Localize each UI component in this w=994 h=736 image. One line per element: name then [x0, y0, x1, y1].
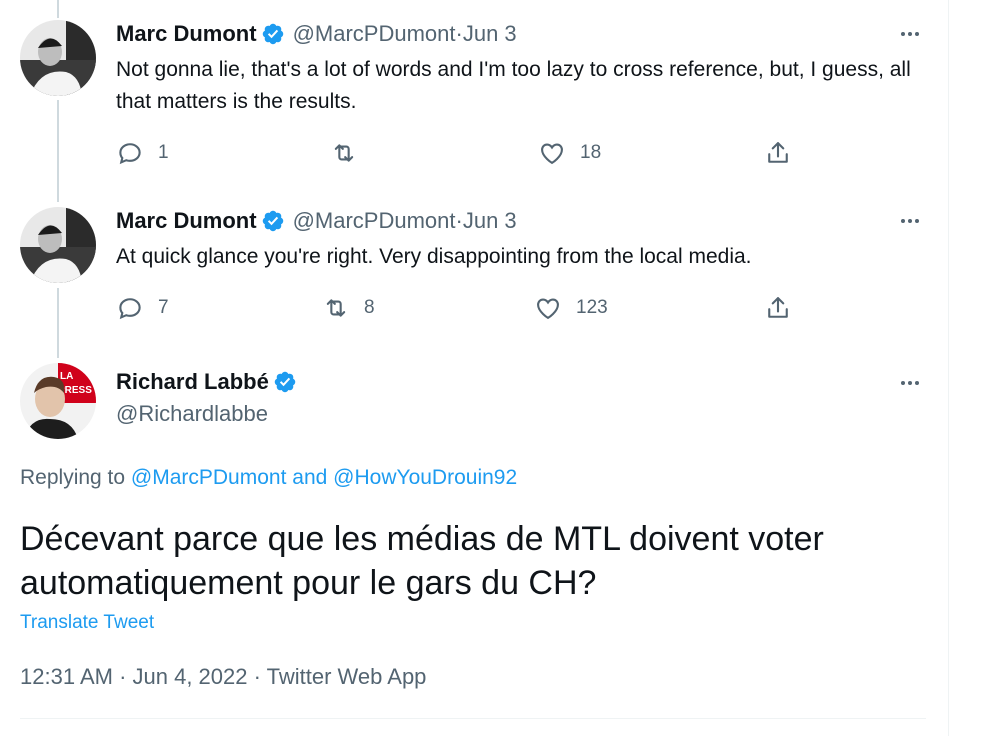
- more-icon[interactable]: [894, 209, 926, 233]
- replying-user-link[interactable]: @HowYouDrouin92: [333, 466, 517, 489]
- user-handle[interactable]: @Richardlabbe: [116, 401, 268, 427]
- share-button[interactable]: [764, 137, 792, 169]
- tweet-text: Not gonna lie, that's a lot of words and…: [116, 58, 911, 113]
- like-icon: [541, 143, 563, 165]
- user-handle[interactable]: @MarcPDumont: [293, 208, 456, 234]
- like-count: 18: [580, 142, 602, 163]
- verified-badge-icon: [274, 371, 296, 393]
- tweet-header: Marc Dumont @MarcPDumont · Jun 3: [116, 20, 517, 48]
- translate-tweet-link[interactable]: Translate Tweet: [20, 612, 154, 634]
- replying-to: Replying to @MarcPDumont and @HowYouDrou…: [20, 466, 517, 490]
- user-handle[interactable]: @MarcPDumont: [293, 21, 456, 47]
- replying-prefix: Replying to: [20, 466, 131, 489]
- verified-badge-icon: [262, 210, 283, 232]
- share-icon: [768, 142, 788, 163]
- replying-and: and: [286, 466, 334, 489]
- user-name[interactable]: Marc Dumont: [116, 21, 257, 47]
- user-name[interactable]: Richard Labbé: [116, 369, 269, 395]
- retweet-count: 8: [364, 297, 375, 318]
- avatar[interactable]: [20, 207, 96, 283]
- replying-user-link[interactable]: @MarcPDumont: [131, 466, 287, 489]
- share-button[interactable]: [764, 292, 792, 324]
- reply-icon: [119, 143, 141, 165]
- svg-text:LA: LA: [60, 371, 73, 382]
- tweet-text: Décevant parce que les médias de MTL doi…: [20, 520, 824, 602]
- thread-line: [57, 288, 59, 358]
- focused-author: Richard Labbé: [116, 369, 297, 395]
- more-icon[interactable]: [894, 22, 926, 46]
- like-button[interactable]: 18: [538, 137, 601, 169]
- tweet-date[interactable]: Jun 3: [463, 21, 517, 47]
- user-name[interactable]: Marc Dumont: [116, 208, 257, 234]
- avatar[interactable]: LA PRESS: [20, 363, 96, 439]
- like-icon: [537, 298, 559, 320]
- like-count: 123: [576, 297, 608, 318]
- tweet-text: At quick glance you're right. Very disap…: [116, 245, 752, 268]
- reply-count: 1: [158, 142, 169, 163]
- tweet-date[interactable]: Jun 3: [463, 208, 517, 234]
- retweet-button[interactable]: [330, 137, 358, 169]
- retweet-icon: [334, 144, 354, 162]
- more-icon[interactable]: [894, 371, 926, 395]
- verified-badge-icon: [262, 23, 283, 45]
- like-button[interactable]: 123: [534, 292, 608, 324]
- separator: ·: [455, 208, 463, 233]
- reply-count: 7: [158, 297, 169, 318]
- reply-button[interactable]: 7: [116, 292, 169, 324]
- retweet-icon: [326, 299, 346, 317]
- tweet-header: Marc Dumont @MarcPDumont · Jun 3: [116, 207, 517, 235]
- tweet-timestamp[interactable]: 12:31 AM · Jun 4, 2022 · Twitter Web App: [20, 664, 426, 690]
- thread-line: [57, 0, 59, 18]
- thread-line: [57, 100, 59, 202]
- divider: [20, 718, 926, 719]
- share-icon: [768, 297, 788, 318]
- reply-icon: [119, 298, 141, 320]
- separator: ·: [455, 21, 463, 46]
- timeline-border: [948, 0, 949, 736]
- retweet-button[interactable]: 8: [322, 292, 375, 324]
- avatar[interactable]: [20, 20, 96, 96]
- reply-button[interactable]: 1: [116, 137, 169, 169]
